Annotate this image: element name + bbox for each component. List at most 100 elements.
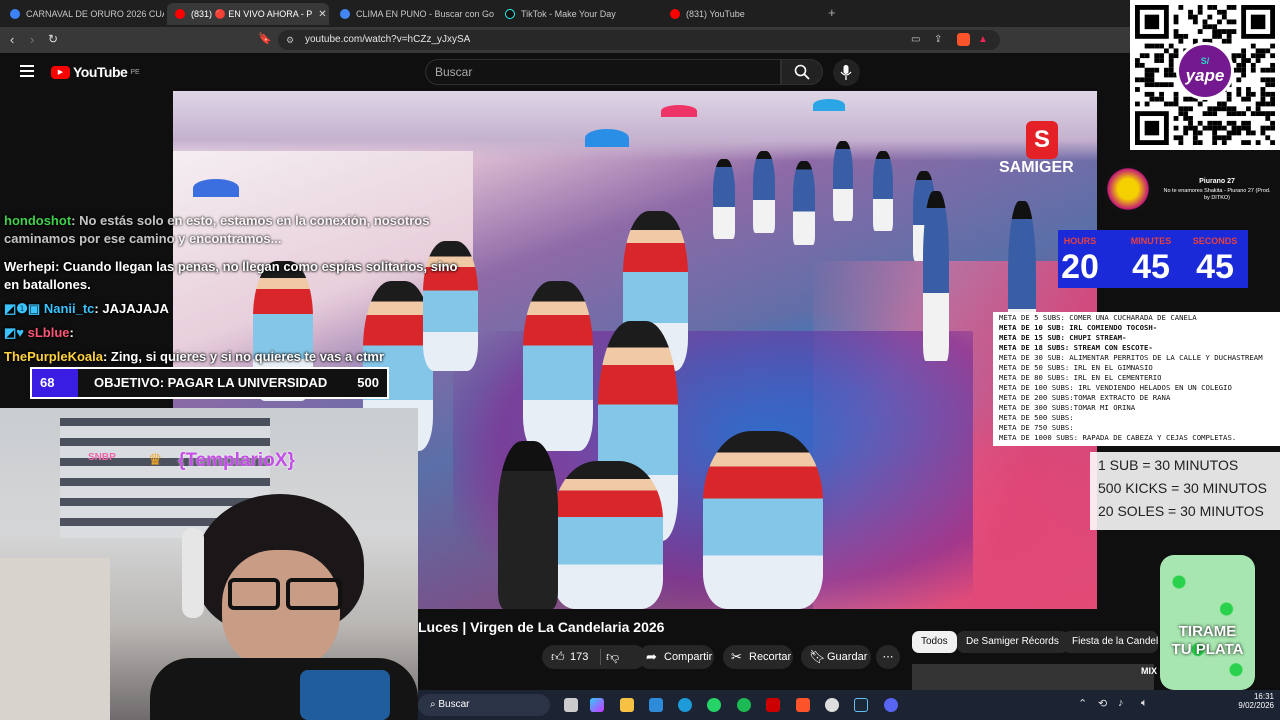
tray-icon[interactable]: ♪ xyxy=(1118,697,1124,709)
spotify-icon[interactable] xyxy=(737,698,751,712)
discord-icon[interactable] xyxy=(884,698,898,712)
share-label: Compartir xyxy=(664,651,713,663)
like-count[interactable]: 173 xyxy=(570,645,588,669)
qr-module xyxy=(1226,111,1232,117)
site-info-icon[interactable]: ⚙ xyxy=(286,30,294,50)
back-icon[interactable]: ‹ xyxy=(10,32,14,47)
address-bar: ‹ › ↻ 🔖 ⚙ youtube.com/watch?v=hCZz_yJxyS… xyxy=(0,27,1280,53)
chat-text: : Zing, si quieres y si no quieres te va… xyxy=(102,349,385,364)
tray-icon[interactable]: ⟲ xyxy=(1098,697,1107,710)
new-tab-icon[interactable]: + xyxy=(828,5,836,20)
qr-module xyxy=(1144,72,1150,78)
save-button[interactable]: 🔖︎ Guardar xyxy=(801,645,871,669)
forward-icon[interactable]: › xyxy=(30,32,34,47)
qr-module xyxy=(1221,125,1227,131)
more-button[interactable]: ⋯ xyxy=(876,645,900,669)
obs-icon[interactable] xyxy=(825,698,839,712)
chip-all[interactable]: Todos xyxy=(912,631,957,653)
cast-icon[interactable]: ▭ xyxy=(911,30,920,50)
qr-module xyxy=(1226,120,1232,126)
browser-tab[interactable]: (831) YouTube xyxy=(662,3,824,25)
browser-tab[interactable]: TikTok - Make Your Day xyxy=(497,3,659,25)
umbrella xyxy=(661,105,697,117)
qr-module xyxy=(1241,96,1247,102)
qr-module xyxy=(1149,72,1155,78)
qr-module xyxy=(1265,91,1271,97)
samiger-logo-icon: S xyxy=(1026,121,1058,159)
chip-samiger[interactable]: De Samiger Récords xyxy=(957,631,1068,653)
qr-module xyxy=(1236,62,1242,68)
qr-module xyxy=(1270,77,1275,83)
close-tab-icon[interactable]: ✕ xyxy=(318,9,326,20)
qr-module xyxy=(1270,140,1275,145)
browser-tab[interactable]: CARNAVAL DE ORURO 2026 CUANDO xyxy=(2,3,164,25)
region-code: PE xyxy=(130,68,140,76)
clip-button[interactable]: ✂ Recortar xyxy=(723,645,793,669)
qr-module xyxy=(1192,135,1198,141)
voice-search-button[interactable] xyxy=(833,59,860,86)
save-icon: 🔖︎ xyxy=(809,649,826,664)
url-field[interactable]: ⚙ youtube.com/watch?v=hCZz_yJxySA ▭ ⇪ ▲ xyxy=(278,30,1000,50)
qr-module xyxy=(1217,9,1222,15)
youtube-header: ▶ YouTube PE Buscar xyxy=(0,53,1280,91)
brave-rewards-icon[interactable]: ▲ xyxy=(978,30,988,50)
bookmark-icon[interactable]: 🔖 xyxy=(258,32,272,45)
qr-module xyxy=(1246,58,1251,63)
search-button[interactable] xyxy=(781,59,823,85)
dancer xyxy=(523,281,593,451)
taskbar-search[interactable]: ⌕ Buscar xyxy=(418,694,550,716)
brave-shield-icon[interactable] xyxy=(957,33,970,46)
qr-module xyxy=(1144,82,1150,88)
qr-module xyxy=(1260,111,1266,117)
qr-module xyxy=(1231,29,1237,34)
steam-icon[interactable] xyxy=(854,698,868,712)
qr-finder xyxy=(1250,14,1266,30)
browser-tab-active[interactable]: (831) 🔴 EN VIVO AHORA - P ✕ xyxy=(167,3,329,25)
crown-icon: ♛ xyxy=(148,452,163,469)
qr-module xyxy=(1226,33,1232,39)
qr-module xyxy=(1246,91,1251,97)
glasses-left xyxy=(228,578,280,610)
qr-module xyxy=(1139,53,1145,59)
clock[interactable]: 16:31 9/02/2026 xyxy=(1224,692,1274,710)
like-icon[interactable]: 👍︎ xyxy=(551,645,565,669)
qr-module xyxy=(1241,62,1247,68)
volume-icon[interactable]: 🔈︎ xyxy=(1141,697,1148,710)
qr-module xyxy=(1250,67,1256,73)
goal-item: META DE 1000 SUBS: RAPADA DE CABEZA Y CE… xyxy=(999,433,1237,442)
file-explorer-icon[interactable] xyxy=(620,698,634,712)
media-app-icon[interactable] xyxy=(766,698,780,712)
chevron-up-icon[interactable]: ⌃ xyxy=(1078,697,1087,710)
browser-tab[interactable]: CLIMA EN PUNO - Buscar con Googl xyxy=(332,3,494,25)
search-input[interactable]: Buscar xyxy=(425,59,781,85)
whatsapp-icon[interactable] xyxy=(707,698,721,712)
url-text: youtube.com/watch?v=hCZz_yJxySA xyxy=(305,34,471,45)
share-icon[interactable]: ⇪ xyxy=(934,30,942,50)
video-title: Luces | Virgen de La Candelaria 2026 xyxy=(418,619,665,635)
youtube-logo[interactable]: ▶ YouTube PE xyxy=(51,64,140,80)
brave-icon[interactable] xyxy=(796,698,810,712)
recommended-thumbnail[interactable] xyxy=(912,664,1154,690)
task-view-icon[interactable] xyxy=(564,698,578,712)
qr-module xyxy=(1144,77,1150,83)
chip-candelaria[interactable]: Fiesta de la Candela xyxy=(1063,631,1158,653)
qr-module xyxy=(1197,29,1203,34)
chat-text: : xyxy=(69,325,74,340)
store-icon[interactable] xyxy=(649,698,663,712)
edge-icon[interactable] xyxy=(678,698,692,712)
qr-module xyxy=(1260,125,1266,131)
qr-module xyxy=(1163,82,1169,88)
qr-module xyxy=(1154,82,1160,88)
qr-module xyxy=(1159,82,1164,88)
qr-module xyxy=(1241,111,1247,117)
qr-module xyxy=(1241,67,1247,73)
qr-module xyxy=(1159,43,1164,49)
reload-icon[interactable]: ↻ xyxy=(48,32,58,46)
search-icon xyxy=(794,64,810,80)
share-button[interactable]: ➦ Compartir xyxy=(638,645,714,669)
dislike-icon[interactable]: 👎︎ xyxy=(606,645,619,669)
menu-icon[interactable] xyxy=(20,65,34,77)
copilot-icon[interactable] xyxy=(590,698,604,712)
chat-text: : Cuando llegan las penas, no llegan com… xyxy=(4,259,458,292)
qr-module xyxy=(1217,106,1222,112)
